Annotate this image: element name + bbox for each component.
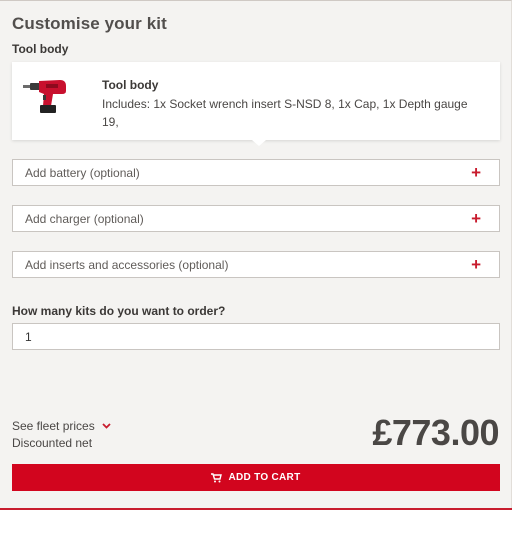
quantity-input[interactable]	[12, 323, 500, 350]
kit-price: £773.00	[372, 412, 499, 453]
option-label: Add charger (optional)	[25, 212, 144, 226]
product-card: Tool body Includes: 1x Socket wrench ins…	[12, 62, 500, 146]
section-subtitle: Tool body	[12, 42, 69, 56]
drywall-screwdriver-icon	[23, 80, 66, 113]
add-inserts-option[interactable]: Add inserts and accessories (optional) +	[12, 251, 500, 278]
plus-icon: +	[471, 255, 481, 274]
plus-icon: +	[471, 163, 481, 182]
option-label: Add battery (optional)	[25, 166, 140, 180]
add-charger-option[interactable]: Add charger (optional) +	[12, 205, 500, 232]
customise-kit-panel: Customise your kit Tool body Tool body I…	[0, 0, 512, 508]
quantity-label: How many kits do you want to order?	[12, 304, 226, 318]
product-description: Includes: 1x Socket wrench insert S-NSD …	[102, 97, 468, 129]
add-battery-option[interactable]: Add battery (optional) +	[12, 159, 500, 186]
discounted-net-label: Discounted net	[12, 436, 93, 450]
option-label: Add inserts and accessories (optional)	[25, 258, 229, 272]
product-name: Tool body	[102, 78, 159, 92]
add-to-cart-button[interactable]: ADD TO CART	[12, 464, 500, 491]
see-fleet-prices-link[interactable]: See fleet prices	[12, 418, 111, 433]
cart-icon	[211, 472, 223, 483]
fleet-prices-label: See fleet prices	[12, 419, 95, 433]
bottom-divider	[0, 508, 512, 510]
chevron-down-icon	[102, 418, 111, 432]
add-to-cart-label: ADD TO CART	[228, 472, 301, 483]
plus-icon: +	[471, 209, 481, 228]
page-title: Customise your kit	[12, 14, 167, 33]
